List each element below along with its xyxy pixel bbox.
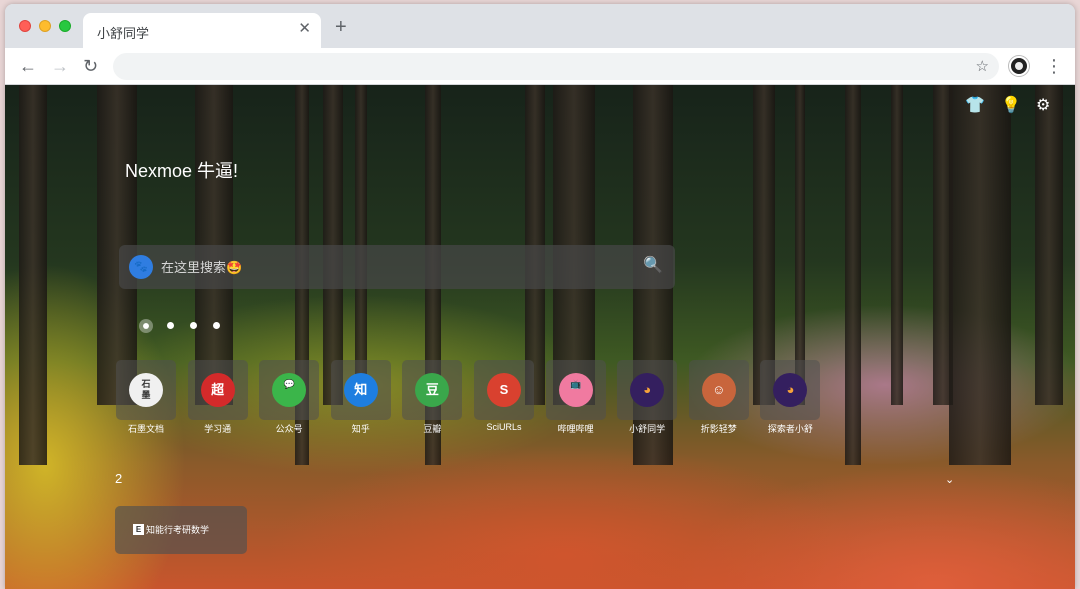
page-dot[interactable] — [139, 319, 153, 333]
address-bar[interactable]: ☆ — [113, 53, 999, 80]
search-engine-icon[interactable]: 🐾 — [129, 255, 153, 279]
shortcut-app-icon: ◕ — [630, 373, 665, 407]
maximize-window-button[interactable] — [59, 20, 71, 32]
shortcut-app-icon: 豆 — [415, 373, 450, 407]
new-tab-page: 👕 💡 ⚙ Nexmoe 牛逼! 🐾 🔍 石墨石墨文档超学习通💬公众号知知乎豆豆… — [5, 85, 1075, 589]
shortcut-tile[interactable]: 知 — [330, 360, 391, 420]
gear-icon[interactable]: ⚙ — [1036, 97, 1050, 115]
shortcut-item[interactable]: 💬 公众号 — [258, 360, 320, 440]
tree-trunk — [949, 85, 1011, 465]
shortcut-item[interactable]: 📺 哔哩哔哩 — [545, 360, 607, 440]
back-icon[interactable]: ← — [19, 56, 37, 76]
shortcut-app-icon: 超 — [200, 373, 235, 407]
shortcut-tile[interactable]: ◕ — [760, 360, 821, 420]
shortcut-app-icon: ☺ — [701, 373, 736, 407]
tree-trunk — [19, 85, 47, 465]
shortcut-label: 学习通 — [204, 424, 232, 434]
shortcut-item[interactable]: S SciURLs — [473, 360, 535, 440]
tab-active[interactable]: 小舒同学 ✕ — [83, 13, 321, 48]
shirt-icon[interactable]: 👕 — [965, 97, 985, 115]
chevron-down-icon[interactable]: ⌄ — [945, 473, 954, 486]
shortcut-label: SciURLs — [486, 422, 522, 432]
close-window-button[interactable] — [19, 20, 31, 32]
shortcut-tile[interactable]: 豆 — [402, 360, 463, 420]
shortcut-item[interactable]: 豆豆瓣 — [401, 360, 463, 440]
shortcut-item[interactable]: ☺ 折影轻梦 — [688, 360, 750, 440]
tree-trunk — [1035, 85, 1063, 405]
shortcut-label: 公众号 — [275, 424, 303, 434]
page-dot[interactable] — [190, 322, 197, 329]
profile-avatar[interactable] — [1009, 56, 1029, 76]
tree-trunk — [753, 85, 775, 405]
lightbulb-icon[interactable]: 💡 — [1001, 97, 1021, 115]
shortcut-tile[interactable]: 📺 — [545, 360, 606, 420]
bookmark-label: 知能行考研数学 — [146, 525, 210, 535]
minimize-window-button[interactable] — [39, 20, 51, 32]
shortcut-item[interactable]: 超学习通 — [187, 360, 249, 440]
shortcut-app-icon: 💬 — [272, 373, 307, 407]
shortcut-tile[interactable]: ☺ — [688, 360, 749, 420]
browser-toolbar: ← → ↻ ☆ ⋮ — [5, 48, 1075, 85]
shortcut-label: 折影轻梦 — [700, 424, 737, 434]
shortcut-label: 小舒同学 — [629, 424, 666, 434]
tab-title: 小舒同学 — [97, 26, 150, 41]
shortcut-tile[interactable]: ◕ — [617, 360, 678, 420]
shortcut-app-icon: 石墨 — [129, 373, 163, 407]
shortcut-tile[interactable]: 石墨 — [116, 360, 176, 420]
forward-icon[interactable]: → — [51, 56, 69, 76]
tree-trunk — [891, 85, 903, 405]
tab-strip: 小舒同学 ✕ + — [5, 4, 1075, 48]
shortcut-label: 石墨文档 — [127, 424, 164, 434]
shortcut-item[interactable]: ◕ 探索者小舒 — [759, 360, 821, 440]
more-menu-icon[interactable]: ⋮ — [1045, 56, 1063, 76]
reload-icon[interactable]: ↻ — [83, 56, 98, 76]
browser-window: 小舒同学 ✕ + ← → ↻ ☆ ⋮ 👕 💡 ⚙ Nexmoe 牛逼! 🐾 🔍 … — [5, 4, 1075, 589]
greeting-text: Nexmoe 牛逼! — [125, 161, 239, 181]
shortcut-tile[interactable]: 💬 — [259, 360, 320, 420]
page-dot[interactable] — [213, 322, 220, 329]
shortcut-item[interactable]: ◕ 小舒同学 — [616, 360, 678, 440]
shortcut-item[interactable]: 知知乎 — [330, 360, 392, 440]
shortcut-tile[interactable]: 超 — [187, 360, 248, 420]
shortcut-label: 探索者小舒 — [767, 424, 813, 434]
shortcut-label: 豆瓣 — [423, 424, 442, 434]
tree-trunk — [845, 85, 861, 465]
group-label: 2 — [115, 471, 123, 486]
bookmark-tile[interactable]: E 知能行考研数学 — [115, 506, 247, 554]
shortcut-item[interactable]: 石墨 石墨文档 — [115, 360, 177, 440]
search-icon[interactable]: 🔍 — [643, 256, 663, 276]
star-icon[interactable]: ☆ — [976, 57, 989, 75]
shortcut-app-icon: 知 — [343, 373, 378, 407]
shortcut-grid: 石墨 石墨文档超学习通 💬 公众号知知乎豆豆瓣 S SciURLs 📺 哔哩哔哩 ◕ 小舒同学 ☺ 折… — [115, 360, 835, 440]
close-icon[interactable]: ✕ — [298, 21, 311, 37]
shortcut-app-icon: 📺 — [558, 373, 593, 407]
shortcut-label: 哔哩哔哩 — [557, 424, 594, 434]
shortcut-tile[interactable]: S — [474, 360, 534, 420]
shortcut-app-icon: S — [487, 373, 521, 407]
tree-trunk — [795, 85, 805, 405]
new-tab-button[interactable]: + — [335, 17, 347, 37]
page-dot[interactable] — [167, 322, 174, 329]
shortcut-label: 知乎 — [351, 424, 370, 434]
bookmark-site-icon: E — [133, 524, 144, 535]
search-input[interactable] — [161, 255, 631, 279]
search-box: 🐾 🔍 — [119, 245, 675, 289]
shortcut-app-icon: ◕ — [773, 373, 808, 407]
